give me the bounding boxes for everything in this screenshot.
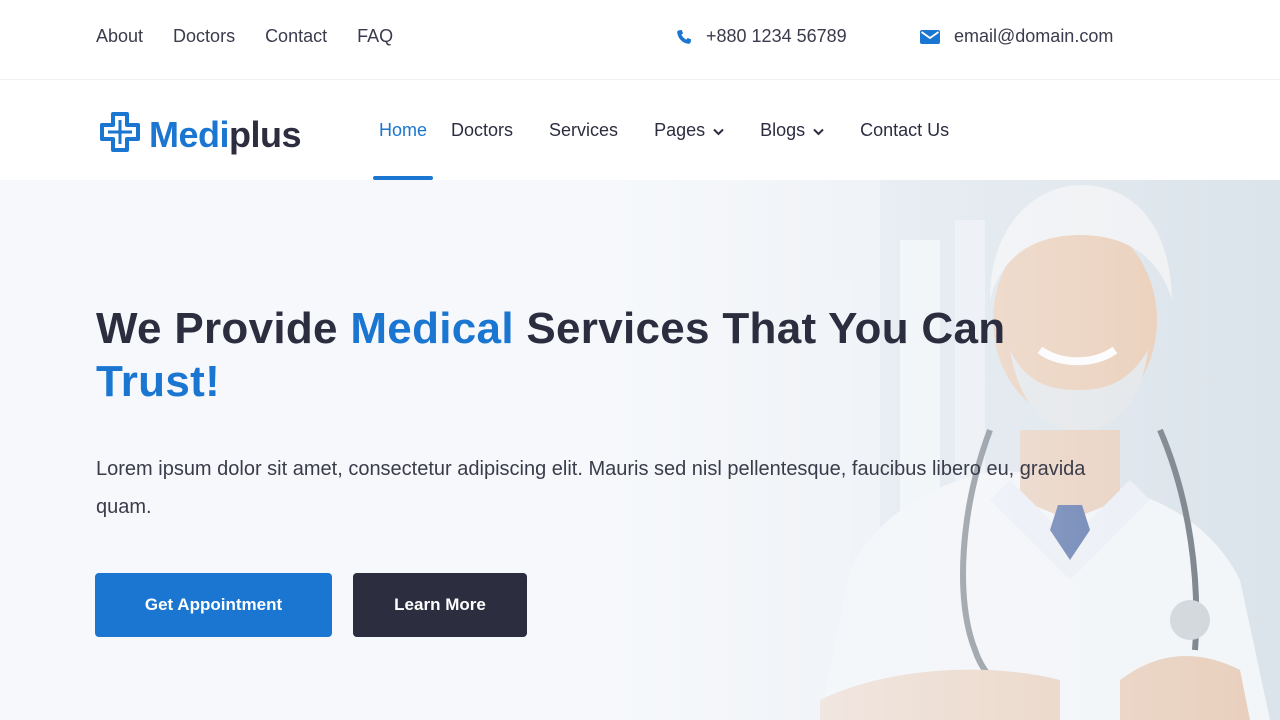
nav-label: Pages xyxy=(654,120,706,140)
nav-item-pages[interactable]: Pages xyxy=(636,81,742,180)
email-contact[interactable]: email@domain.com xyxy=(920,26,1113,47)
top-link-contact[interactable]: Contact xyxy=(265,26,327,47)
hero-section: We Provide Medical Services That You Can… xyxy=(0,180,1280,720)
nav-label: Home xyxy=(379,120,428,140)
hero-title: We Provide Medical Services That You Can… xyxy=(96,302,1096,408)
phone-contact[interactable]: +880 1234 56789 xyxy=(676,26,847,47)
hero-title-accent1: Medical xyxy=(350,304,514,353)
phone-number: +880 1234 56789 xyxy=(706,26,847,46)
medical-cross-icon xyxy=(99,111,141,158)
phone-icon xyxy=(676,29,692,45)
main-header: Mediplus Home Doctors Services Pages Blo… xyxy=(0,81,1280,180)
top-bar: About Doctors Contact FAQ +880 1234 5678… xyxy=(0,0,1280,80)
nav-label: Services xyxy=(549,120,619,140)
nav-item-contact-us[interactable]: Contact Us xyxy=(842,81,967,180)
envelope-icon xyxy=(920,29,940,45)
top-link-about[interactable]: About xyxy=(96,26,143,47)
nav-label: Doctors xyxy=(451,120,514,140)
nav-item-blogs[interactable]: Blogs xyxy=(742,81,842,180)
email-address: email@domain.com xyxy=(954,26,1114,46)
nav-label: Contact Us xyxy=(860,120,950,140)
top-link-doctors[interactable]: Doctors xyxy=(173,26,235,47)
hero-title-part1: We Provide xyxy=(96,304,351,353)
hero-title-accent2: Trust! xyxy=(96,357,221,406)
top-link-faq[interactable]: FAQ xyxy=(357,26,393,47)
learn-more-button[interactable]: Learn More xyxy=(353,573,527,637)
chevron-down-icon xyxy=(713,120,724,141)
nav-item-home[interactable]: Home xyxy=(373,81,434,180)
nav-label: Blogs xyxy=(760,120,806,140)
chevron-down-icon xyxy=(813,120,824,141)
logo-text: Mediplus xyxy=(149,113,302,156)
top-links: About Doctors Contact FAQ xyxy=(96,26,393,47)
nav-item-services[interactable]: Services xyxy=(531,81,636,180)
nav-item-doctors[interactable]: Doctors xyxy=(433,81,531,180)
hero-description: Lorem ipsum dolor sit amet, consectetur … xyxy=(96,458,1086,518)
logo[interactable]: Mediplus xyxy=(99,111,302,158)
hero-title-part2: Services That You Can xyxy=(513,304,1006,353)
logo-medi: Medi xyxy=(149,113,230,155)
get-appointment-button[interactable]: Get Appointment xyxy=(95,573,332,637)
logo-plus: plus xyxy=(229,113,302,155)
main-nav: Home Doctors Services Pages Blogs Contac… xyxy=(373,81,967,180)
